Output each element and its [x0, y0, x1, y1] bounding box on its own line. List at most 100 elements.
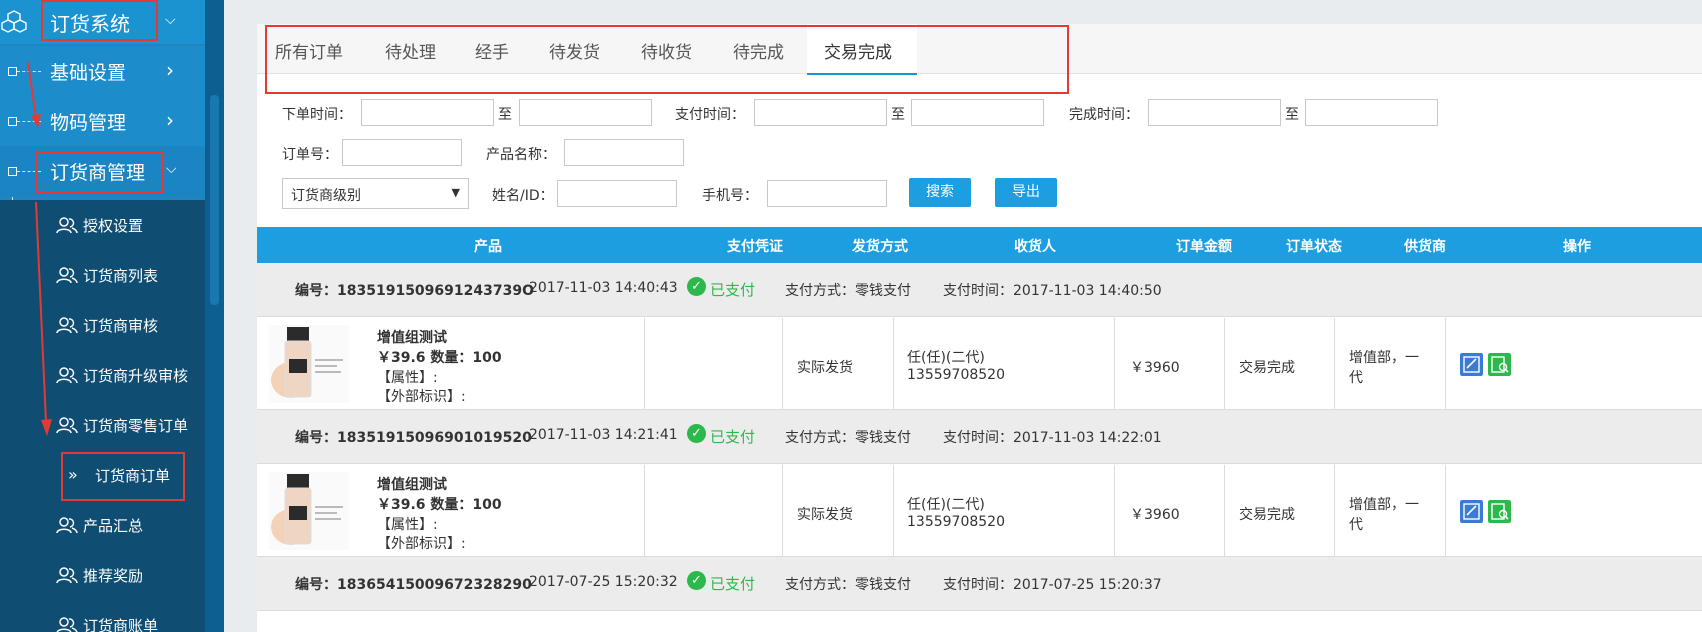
- order-header: 编号：1835191509691243739O 2017-11-03 14:40…: [257, 263, 1702, 317]
- sidebar-item-label: 订货商审核: [83, 317, 159, 335]
- phone-input[interactable]: [767, 180, 887, 207]
- search-button[interactable]: 搜索: [909, 178, 971, 207]
- order-time: 2017-07-25 15:20:32: [529, 574, 678, 590]
- order-time-label: 下单时间：: [282, 107, 352, 123]
- tab-to-complete[interactable]: 待完成: [733, 24, 784, 74]
- check-circle-icon: ✓: [687, 277, 706, 296]
- pay-time-end-input[interactable]: [911, 99, 1044, 126]
- cell-divider: [1334, 318, 1335, 410]
- sidebar-item-dealer-review[interactable]: 订货商审核: [0, 300, 205, 350]
- sidebar-scrollbar[interactable]: [205, 0, 224, 632]
- receiver-phone: 13559708520: [907, 367, 1005, 383]
- cell-divider: [644, 318, 645, 410]
- double-chevron-right-icon: »: [68, 465, 78, 484]
- tab-pending[interactable]: 待处理: [385, 24, 436, 74]
- tab-to-receive[interactable]: 待收货: [641, 24, 692, 74]
- edit-order-icon[interactable]: [1460, 353, 1483, 376]
- sidebar-item-label: 推荐奖励: [83, 567, 144, 585]
- product-bottle-image: [271, 327, 343, 398]
- users-icon: [56, 517, 78, 534]
- pay-time: 支付时间：2017-11-03 14:40:50: [943, 283, 1162, 299]
- cell-divider: [1445, 318, 1446, 410]
- tree-connector: [17, 171, 41, 172]
- sidebar-item-upgrade-review[interactable]: 订货商升级审核: [0, 350, 205, 400]
- paid-status: 已支付: [710, 428, 756, 446]
- system-title: 订货系统: [50, 12, 130, 36]
- sidebar-item-dealer-list[interactable]: 订货商列表: [0, 250, 205, 300]
- tab-handled[interactable]: 经手: [475, 24, 509, 74]
- order-number: 编号：1835191509691243739O: [295, 283, 534, 299]
- col-amount: 订单金额: [1176, 239, 1232, 255]
- order-header: 编号：18365415009672328290 2017-07-25 15:20…: [257, 557, 1702, 611]
- export-button[interactable]: 导出: [995, 178, 1057, 207]
- view-detail-icon[interactable]: [1488, 353, 1511, 376]
- sidebar-item-dealer-orders[interactable]: » 订货商订单: [0, 450, 205, 500]
- tab-all-orders[interactable]: 所有订单: [275, 24, 365, 74]
- product-name-input[interactable]: [564, 139, 684, 166]
- order-no-input[interactable]: [342, 139, 462, 166]
- users-icon: [56, 367, 78, 384]
- sidebar-item-retail-orders[interactable]: 订货商零售订单: [0, 400, 205, 450]
- pay-method: 支付方式：零钱支付: [785, 577, 911, 593]
- done-time-label: 完成时间：: [1069, 107, 1139, 123]
- supplier-line1: 增值部，一: [1349, 350, 1419, 366]
- pay-time-start-input[interactable]: [754, 99, 887, 126]
- tab-completed[interactable]: 交易完成: [807, 24, 917, 75]
- cell-divider: [782, 465, 783, 557]
- order-status: 交易完成: [1239, 360, 1295, 376]
- done-time-end-input[interactable]: [1305, 99, 1438, 126]
- col-receiver: 收货人: [1014, 239, 1056, 255]
- cell-divider: [1224, 318, 1225, 410]
- scrollbar-thumb[interactable]: [210, 95, 219, 305]
- sidebar-item-referral-rewards[interactable]: 推荐奖励: [0, 550, 205, 600]
- done-time-start-input[interactable]: [1148, 99, 1281, 126]
- receiver-name: 任(任)(二代): [907, 497, 985, 513]
- product-thumbnail[interactable]: [269, 472, 349, 550]
- name-id-input[interactable]: [557, 180, 677, 207]
- tree-node-icon: [8, 167, 17, 176]
- users-icon: [56, 217, 78, 234]
- view-detail-icon[interactable]: [1488, 500, 1511, 523]
- col-voucher: 支付凭证: [727, 239, 783, 255]
- paid-status: 已支付: [710, 575, 756, 593]
- sidebar-item-product-summary[interactable]: 产品汇总: [0, 500, 205, 550]
- chevron-right-icon: ›: [166, 108, 174, 132]
- sidebar-item-label: 订货商订单: [95, 467, 171, 485]
- range-to-label: 至: [891, 107, 905, 123]
- sidebar-system-header[interactable]: 订货系统 ⌵: [0, 0, 205, 44]
- supplier-line1: 增值部，一: [1349, 497, 1419, 513]
- dealer-level-select[interactable]: 订货商级别 ▼: [282, 178, 469, 209]
- main-panel: 所有订单 待处理 经手 待发货 待收货 待完成 交易完成 下单时间： 至 支付时…: [257, 24, 1702, 632]
- phone-label: 手机号：: [702, 188, 758, 204]
- tab-to-ship[interactable]: 待发货: [549, 24, 600, 74]
- cell-divider: [1224, 465, 1225, 557]
- cubes-icon: [1, 10, 27, 33]
- edit-order-icon[interactable]: [1460, 500, 1483, 523]
- tree-node-icon: [8, 67, 17, 76]
- product-name: 增值组测试: [377, 330, 447, 346]
- caret-down-icon: ▼: [451, 186, 460, 199]
- chevron-down-icon: ⌵: [165, 12, 176, 28]
- sidebar-item-dealer-bills[interactable]: 订货商账单: [0, 600, 205, 632]
- name-id-label: 姓名/ID：: [492, 188, 554, 204]
- table-row: 增值组测试 ￥39.6 数量：100 【属性】: 【外部标识】: 实际发货 任(…: [257, 318, 1702, 410]
- sidebar-item-label: 产品汇总: [83, 517, 144, 535]
- cell-divider: [782, 318, 783, 410]
- ship-method: 实际发货: [797, 360, 853, 376]
- chevron-down-icon: ⌵: [166, 161, 177, 177]
- cell-divider: [1114, 465, 1115, 557]
- sidebar: 订货系统 ⌵ 基础设置 › 物码管理 › 订货商管理 ⌵ 授权设置 订货商列表 …: [0, 0, 224, 632]
- order-time-start-input[interactable]: [361, 99, 494, 126]
- range-to-label: 至: [498, 107, 512, 123]
- product-name-label: 产品名称：: [486, 147, 556, 163]
- product-thumbnail[interactable]: [269, 325, 349, 403]
- order-status: 交易完成: [1239, 507, 1295, 523]
- product-ext-id: 【外部标识】:: [377, 389, 466, 405]
- col-product: 产品: [474, 239, 502, 255]
- order-time-end-input[interactable]: [519, 99, 652, 126]
- sidebar-item-label: 订货商列表: [83, 267, 159, 285]
- users-icon: [56, 617, 78, 632]
- sidebar-item-auth-settings[interactable]: 授权设置: [0, 200, 205, 250]
- pay-method: 支付方式：零钱支付: [785, 430, 911, 446]
- sidebar-item-label: 订货商升级审核: [83, 367, 189, 385]
